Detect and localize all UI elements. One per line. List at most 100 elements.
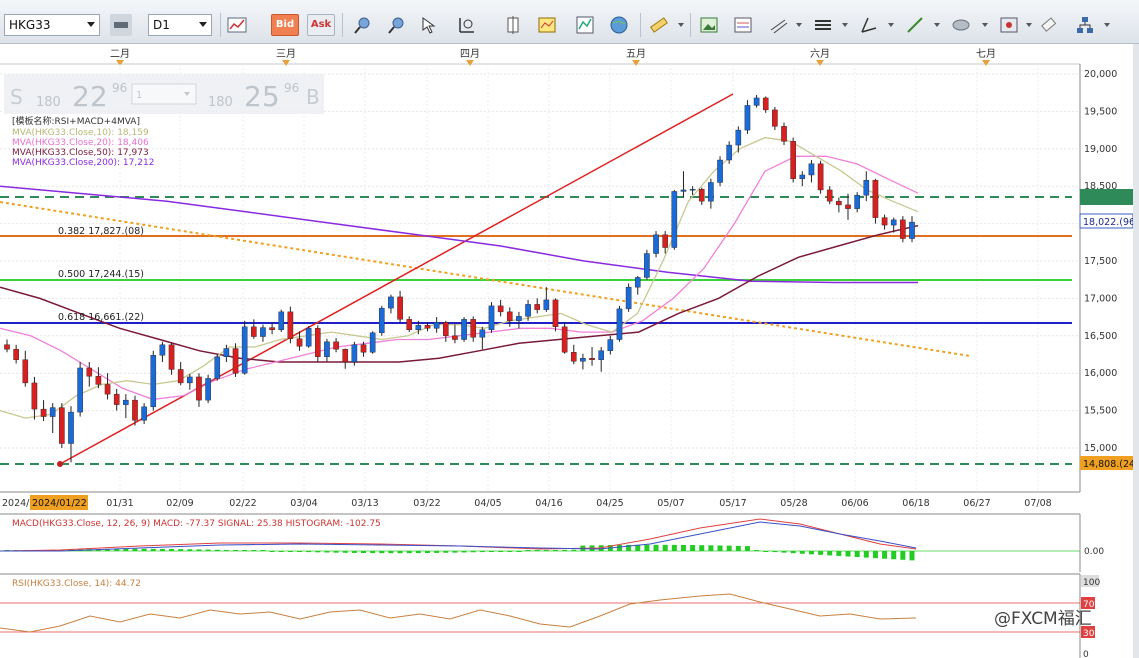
sell-letter: S <box>10 85 23 109</box>
mva200-legend: MVA(HKG33.Close,200): 17,212 <box>12 158 154 168</box>
candle[interactable] <box>653 231 659 258</box>
date-tick: 05/07 <box>657 498 684 509</box>
candle[interactable] <box>616 305 623 342</box>
price-tick: 19,000 <box>1084 144 1117 155</box>
candle[interactable] <box>644 249 650 280</box>
zoom-out-icon[interactable] <box>386 14 408 36</box>
fib-0382-label: 0.382 17,827.(08) <box>58 226 144 237</box>
candle[interactable] <box>378 305 385 336</box>
candle[interactable] <box>150 350 157 411</box>
macd-histogram-bar <box>406 551 412 554</box>
cursor-icon[interactable] <box>456 14 478 36</box>
candle[interactable] <box>817 160 824 194</box>
draw-line-icon[interactable] <box>904 14 926 36</box>
candle[interactable] <box>488 302 495 333</box>
macd-histogram-bar <box>909 551 915 561</box>
trendline-anchor[interactable] <box>57 461 63 467</box>
line-chart-icon[interactable] <box>226 14 248 36</box>
globe-icon[interactable] <box>608 14 630 36</box>
date-tick: 06/27 <box>963 498 990 509</box>
candle[interactable] <box>241 320 248 375</box>
indicator-icon[interactable] <box>574 14 596 36</box>
chart-area[interactable]: 二月 三月 四月 五月 六月 七月 0.382 17,827.(08) 0.50… <box>0 44 1139 658</box>
candle-icon[interactable] <box>110 14 132 36</box>
price-tick: 15,500 <box>1084 406 1117 417</box>
candle[interactable] <box>351 341 358 366</box>
macd-histogram-bar <box>708 545 714 551</box>
properties-icon[interactable] <box>502 14 524 36</box>
candle[interactable] <box>287 306 294 344</box>
macd-histogram-bar <box>644 544 650 551</box>
template-list-icon[interactable] <box>732 14 754 36</box>
candle[interactable] <box>744 100 751 134</box>
candle[interactable] <box>77 361 83 417</box>
candle[interactable] <box>625 283 632 312</box>
macd-histogram-bar <box>543 550 549 551</box>
ask-button[interactable]: Ask <box>307 14 335 36</box>
macd-legend: MACD(HKG33.Close, 12, 26, 9) MACD: -77.3… <box>12 519 381 529</box>
macd-histogram-bar <box>900 551 906 560</box>
price-tick: 17,500 <box>1084 256 1117 267</box>
sell-price-small: 180 <box>36 95 61 110</box>
candle[interactable] <box>369 331 376 354</box>
macd-histogram-bar <box>287 551 293 552</box>
candle[interactable] <box>278 309 285 333</box>
crosshair-icon[interactable] <box>418 14 440 36</box>
candle[interactable] <box>205 374 211 404</box>
sell-price-big: 22 <box>72 80 108 113</box>
rsi-tick-30: 30 <box>1083 629 1095 639</box>
ruler-icon[interactable] <box>648 14 670 36</box>
price-tick: 20,000 <box>1084 69 1117 80</box>
candle[interactable] <box>790 137 796 183</box>
candle[interactable] <box>59 403 65 448</box>
macd-histogram-bar <box>808 551 814 555</box>
mva50-legend: MVA(HKG33.Close,50): 17,973 <box>12 148 149 158</box>
macd-histogram-bar <box>187 549 193 551</box>
template-icon[interactable] <box>536 14 558 36</box>
trendline-icon[interactable] <box>858 14 880 36</box>
magnify-icon[interactable] <box>352 14 374 36</box>
expert-icon[interactable] <box>998 14 1020 36</box>
candle[interactable] <box>232 343 239 377</box>
macd-histogram-bar <box>361 551 367 554</box>
candle[interactable] <box>552 298 559 332</box>
price-tick: 16,500 <box>1084 331 1117 342</box>
macd-histogram-bar <box>159 548 165 551</box>
buy-price-sup: 96 <box>284 81 299 95</box>
trade-panel[interactable]: S 180 22 96 1 180 25 96 B <box>4 74 324 114</box>
macd-histogram-bar <box>507 551 513 552</box>
ellipse-icon[interactable] <box>950 14 972 36</box>
macd-histogram-bar <box>562 549 568 551</box>
hlines-icon[interactable] <box>812 14 834 36</box>
macd-histogram-bar <box>415 551 421 554</box>
date-tick: 01/31 <box>106 498 133 509</box>
fib-0618-label: 0.618 16,661.(22) <box>58 312 144 323</box>
macd-histogram-bar <box>763 551 769 552</box>
candle[interactable] <box>315 325 321 362</box>
macd-histogram-bar <box>799 551 805 554</box>
macd-histogram-bar <box>324 551 330 553</box>
candle[interactable] <box>717 156 723 187</box>
current-price-label: 18,022.(96 <box>1083 217 1135 228</box>
picture-icon[interactable] <box>698 14 720 36</box>
timeframe-select[interactable]: D1 <box>148 14 212 36</box>
candle[interactable] <box>900 216 906 243</box>
date-tick: 03/13 <box>351 498 378 509</box>
macd-histogram-bar <box>571 549 577 551</box>
macd-histogram-bar <box>251 550 257 551</box>
scrollbar[interactable] <box>1133 44 1139 658</box>
candle[interactable] <box>671 189 678 250</box>
macd-histogram-bar <box>461 551 467 553</box>
macd-histogram-bar <box>260 550 266 551</box>
candle[interactable] <box>214 354 221 381</box>
symbol-select[interactable]: HKG33 <box>4 14 100 36</box>
candle[interactable] <box>461 317 467 342</box>
candle[interactable] <box>305 326 312 348</box>
eraser-icon[interactable] <box>1038 14 1060 36</box>
lines-icon[interactable] <box>768 14 790 36</box>
candle[interactable] <box>872 178 879 224</box>
bid-button[interactable]: Bid <box>271 14 299 36</box>
price-tick: 16,000 <box>1084 368 1117 379</box>
tree-icon[interactable] <box>1074 14 1096 36</box>
candle[interactable] <box>561 322 568 354</box>
